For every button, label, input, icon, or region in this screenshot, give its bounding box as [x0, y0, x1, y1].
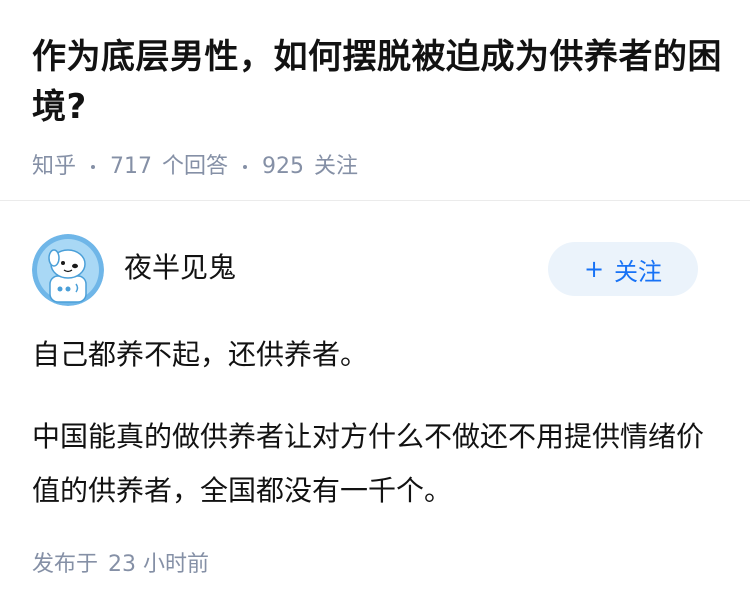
publish-time-value: 23 小时前	[108, 552, 210, 577]
author-row: 夜半见鬼 + 关注	[32, 234, 698, 306]
source-label[interactable]: 知乎	[32, 152, 76, 182]
answer-content: 自己都养不起，还供养者。 中国能真的做供养者让对方什么不做还不用提供情绪价值的供…	[32, 328, 722, 546]
publish-time: 发布于 23 小时前	[32, 550, 209, 580]
avatar[interactable]	[32, 234, 104, 306]
separator-dot	[91, 165, 96, 169]
answer-paragraph: 自己都养不起，还供养者。	[32, 338, 369, 371]
follower-count-label: 关注	[314, 154, 359, 179]
follow-button-label: 关注	[614, 257, 663, 286]
author-name[interactable]: 夜半见鬼	[124, 250, 236, 286]
answer-paragraph: 中国能真的做供养者让对方什么不做还不用提供情绪价值的供养者，全国都没有一千个。	[32, 420, 705, 507]
question-meta: 知乎 717 个回答 925 关注	[32, 152, 722, 182]
answer-count-label: 个回答	[162, 154, 229, 179]
cartoon-dog-avatar-icon	[32, 234, 104, 306]
publish-label: 发布于	[32, 552, 99, 577]
answer-count: 717	[110, 154, 153, 179]
separator-dot	[243, 165, 248, 169]
question-header: 作为底层男性，如何摆脱被迫成为供养者的困境? 知乎 717 个回答 925 关注	[32, 32, 722, 182]
follower-count: 925	[262, 154, 305, 179]
follow-button[interactable]: + 关注	[548, 242, 698, 296]
plus-icon: +	[583, 255, 605, 283]
question-title[interactable]: 作为底层男性，如何摆脱被迫成为供养者的困境?	[32, 32, 722, 132]
section-divider	[0, 200, 750, 201]
